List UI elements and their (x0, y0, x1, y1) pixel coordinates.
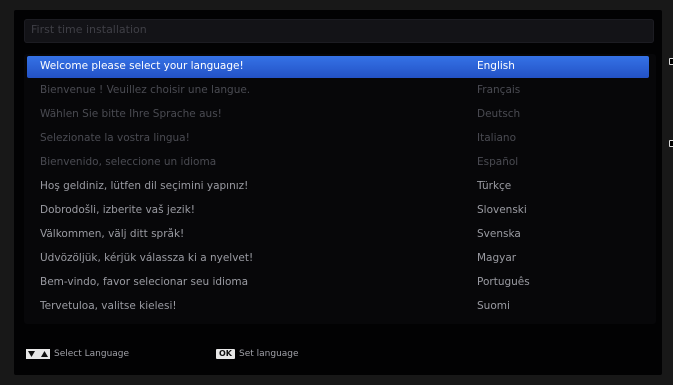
language-greeting: Bienvenue ! Veuillez choisir une langue. (40, 84, 251, 96)
language-row[interactable]: Bem-vindo, favor selecionar seu idioma P… (27, 272, 649, 294)
language-row[interactable]: Bienvenue ! Veuillez choisir une langue.… (27, 80, 649, 102)
language-greeting: Hoş geldiniz, lütfen dil seçimini yapını… (40, 180, 249, 192)
language-greeting: Bienvenido, seleccione un idioma (40, 156, 217, 168)
language-name: Français (477, 84, 521, 96)
language-greeting: Tervetuloa, valitse kielesi! (40, 300, 177, 312)
language-greeting: Welcome please select your language! (40, 60, 244, 72)
language-name: Magyar (477, 252, 517, 264)
footer-hints: Select Language OK Set language (24, 346, 656, 368)
language-row[interactable]: Üdvözöljük, kérjük válassza ki a nyelvet… (27, 248, 649, 270)
tv-screen: First time installation Welcome please s… (14, 10, 673, 375)
up-down-keys-icon (26, 349, 50, 359)
language-name: English (477, 60, 515, 72)
language-name: Español (477, 156, 519, 168)
language-row[interactable]: Hoş geldiniz, lütfen dil seçimini yapını… (27, 176, 649, 198)
language-greeting: Üdvözöljük, kérjük válassza ki a nyelvet… (40, 252, 254, 264)
language-row[interactable]: Dobrodošli, izberite vaš jezik! Slovensk… (27, 200, 649, 222)
language-greeting: Välkommen, välj ditt språk! (40, 228, 185, 240)
language-name: Português (477, 276, 530, 288)
ok-key-icon: OK (216, 349, 235, 359)
language-row[interactable]: Welcome please select your language! Eng… (27, 56, 649, 78)
title-bar: First time installation (24, 19, 654, 43)
language-greeting: Selezionate la vostra lingua! (40, 132, 190, 144)
language-row[interactable]: Selezionate la vostra lingua! Italiano (27, 128, 649, 150)
language-name: Türkçe (477, 180, 512, 192)
language-row[interactable]: Tervetuloa, valitse kielesi! Suomi (27, 296, 649, 318)
language-greeting: Wählen Sie bitte Ihre Sprache aus! (40, 108, 222, 120)
scrollbar[interactable] (668, 58, 673, 328)
language-name: Italiano (477, 132, 516, 144)
language-name: Svenska (477, 228, 521, 240)
language-name: Suomi (477, 300, 510, 312)
page-title: First time installation (31, 23, 147, 36)
scroll-top-marker (669, 58, 673, 65)
language-name: Slovenski (477, 204, 527, 216)
language-name: Deutsch (477, 108, 521, 120)
language-row[interactable]: Wählen Sie bitte Ihre Sprache aus! Deuts… (27, 104, 649, 126)
set-language-hint: Set language (239, 349, 299, 359)
scroll-thumb[interactable] (669, 140, 673, 147)
language-list: Welcome please select your language! Eng… (24, 54, 656, 324)
up-down-arrows-icon (26, 349, 50, 359)
language-row[interactable]: Välkommen, välj ditt språk! Svenska (27, 224, 649, 246)
language-row[interactable]: Bienvenido, seleccione un idioma Español (27, 152, 649, 174)
language-greeting: Dobrodošli, izberite vaš jezik! (40, 204, 196, 216)
language-greeting: Bem-vindo, favor selecionar seu idioma (40, 276, 249, 288)
select-language-hint: Select Language (54, 349, 130, 359)
